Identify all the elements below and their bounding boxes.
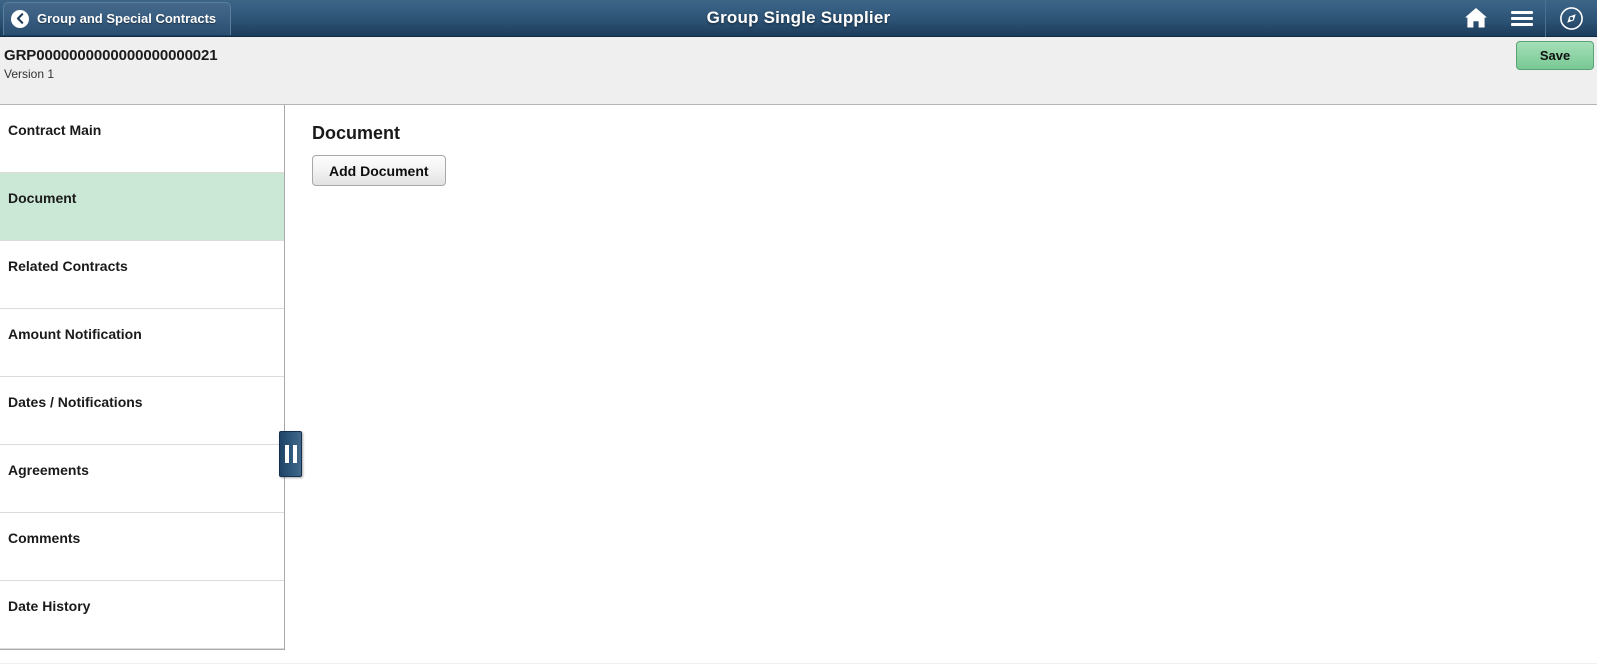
back-button[interactable]: Group and Special Contracts [3,1,232,35]
page-title: Group Single Supplier [706,8,891,27]
hamburger-menu-icon[interactable] [1499,0,1545,37]
sidebar-item-comments[interactable]: Comments [0,513,284,581]
sidebar-item-agreements[interactable]: Agreements [0,445,284,513]
main-section-title: Document [312,123,401,143]
header-icon-group [1453,0,1597,37]
save-button[interactable]: Save [1516,41,1594,70]
document-version: Version 1 [4,67,55,81]
main-content-panel: Document Add Document [286,105,1597,663]
page-body: Contract Main Document Related Contracts… [0,105,1597,663]
back-button-label: Group and Special Contracts [37,11,217,26]
sidebar-item-contract-main[interactable]: Contract Main [0,105,284,173]
hamburger-bars [1511,8,1533,29]
sidebar-item-document[interactable]: Document [0,173,284,241]
sidebar-collapse-handle[interactable] [279,431,302,477]
sidebar-nav: Contract Main Document Related Contracts… [0,105,285,650]
home-icon[interactable] [1453,0,1499,37]
collapse-handle-bar-right [292,445,297,463]
sidebar-item-date-history[interactable]: Date History [0,581,284,649]
app-header: Group and Special Contracts Group Single… [0,0,1597,37]
add-document-button[interactable]: Add Document [312,155,446,186]
collapse-handle-bar-left [284,445,289,463]
document-id: GRP0000000000000000000021 [4,47,218,64]
navbar-compass-icon[interactable] [1545,0,1597,37]
sidebar-item-related-contracts[interactable]: Related Contracts [0,241,284,309]
chevron-left-icon [11,9,29,28]
sidebar-item-amount-notification[interactable]: Amount Notification [0,309,284,377]
document-subheader: GRP0000000000000000000021 Version 1 Save [0,37,1597,105]
sidebar-item-dates-notifications[interactable]: Dates / Notifications [0,377,284,445]
